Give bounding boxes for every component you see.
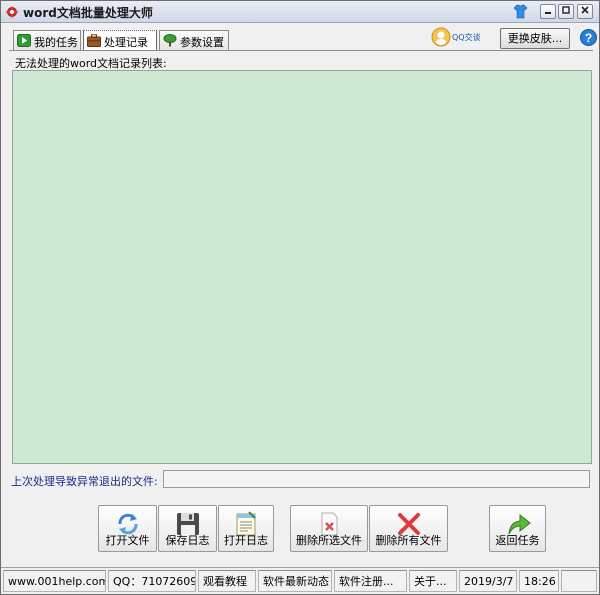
abnormal-exit-file-field[interactable] xyxy=(163,470,590,488)
title-bar[interactable]: word文档批量处理大师 xyxy=(1,1,599,23)
maximize-button[interactable] xyxy=(558,4,574,19)
briefcase-icon xyxy=(87,34,101,47)
delete-selected-button[interactable]: 删除所选文件 xyxy=(290,505,368,552)
website-link[interactable]: www.001help.com xyxy=(3,570,106,592)
qq-chat-label: QQ交谈 xyxy=(452,33,481,42)
close-button[interactable] xyxy=(577,4,593,19)
delete-all-button[interactable]: 删除所有文件 xyxy=(369,505,448,552)
open-file-button[interactable]: 打开文件 xyxy=(98,505,157,552)
delete-all-label: 删除所有文件 xyxy=(375,534,442,547)
save-log-button[interactable]: 保存日志 xyxy=(158,505,217,552)
play-icon xyxy=(17,34,31,47)
return-task-label: 返回任务 xyxy=(495,534,540,547)
tab-records-label: 处理记录 xyxy=(104,36,148,49)
failed-docs-list-label: 无法处理的word文档记录列表: xyxy=(15,57,167,70)
status-date: 2019/3/7 xyxy=(459,570,517,592)
window-title: word文档批量处理大师 xyxy=(23,6,153,20)
maximize-icon xyxy=(562,6,570,14)
news-link[interactable]: 软件最新动态 xyxy=(258,570,332,592)
tab-my-tasks-label: 我的任务 xyxy=(34,36,78,49)
tab-records[interactable]: 处理记录 xyxy=(83,30,157,51)
change-skin-button[interactable]: 更换皮肤... xyxy=(500,28,570,49)
about-link[interactable]: 关于... xyxy=(409,570,457,592)
app-logo-icon xyxy=(5,5,19,19)
delete-selected-label: 删除所选文件 xyxy=(296,534,362,547)
tree-icon xyxy=(163,34,177,47)
qq-number[interactable]: QQ：71072609! xyxy=(108,570,196,592)
open-log-label: 打开日志 xyxy=(224,534,268,547)
save-log-label: 保存日志 xyxy=(165,534,210,547)
tab-settings[interactable]: 参数设置 xyxy=(159,30,229,50)
shirt-icon[interactable] xyxy=(513,4,528,19)
qq-chat-button[interactable]: QQ交谈 xyxy=(431,27,489,47)
app-window: word文档批量处理大师 我的任务 处理记录 参数设置 QQ交谈 更换皮肤...… xyxy=(0,0,600,595)
failed-docs-list[interactable] xyxy=(12,70,592,464)
close-icon xyxy=(581,6,589,14)
status-time: 18:26 xyxy=(519,570,559,592)
open-file-label: 打开文件 xyxy=(105,534,150,547)
return-task-button[interactable]: 返回任务 xyxy=(489,505,546,552)
svg-text:?: ? xyxy=(585,31,592,45)
qq-avatar-icon xyxy=(431,27,451,47)
open-log-button[interactable]: 打开日志 xyxy=(218,505,274,552)
status-bar: www.001help.com QQ：71072609! 观看教程 软件最新动态… xyxy=(1,567,599,594)
tab-strip-line xyxy=(9,50,593,51)
minimize-icon xyxy=(545,12,551,14)
tab-my-tasks[interactable]: 我的任务 xyxy=(13,30,81,50)
tutorial-link[interactable]: 观看教程 xyxy=(198,570,256,592)
tab-settings-label: 参数设置 xyxy=(180,36,224,49)
status-empty-cell xyxy=(561,570,597,592)
register-link[interactable]: 软件注册... xyxy=(334,570,407,592)
help-icon[interactable]: ? xyxy=(580,29,597,46)
minimize-button[interactable] xyxy=(540,4,556,19)
abnormal-exit-file-label: 上次处理导致异常退出的文件: xyxy=(11,475,158,488)
